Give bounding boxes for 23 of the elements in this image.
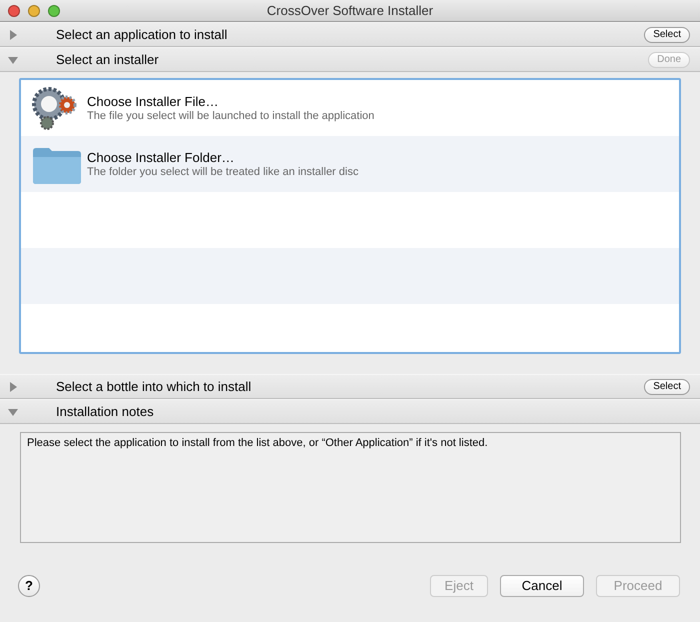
zoom-button[interactable] xyxy=(48,4,60,16)
installer-title: Choose Installer Folder… xyxy=(87,150,236,166)
help-button[interactable]: ? xyxy=(18,574,40,596)
section-title: Select an installer xyxy=(56,50,160,69)
installer-title: Choose Installer File… xyxy=(87,94,220,110)
window-title: CrossOver Software Installer xyxy=(266,2,434,18)
installer-item[interactable]: Choose Installer File… The file you select will be launched to install the application xyxy=(21,80,679,136)
section-title: Select a bottle into which to install xyxy=(56,378,252,396)
select-button[interactable]: Select xyxy=(644,26,690,42)
section-title: Select an application to install xyxy=(56,26,228,44)
expand-triangle-icon[interactable] xyxy=(8,382,18,392)
collapse-triangle-icon[interactable] xyxy=(8,54,18,64)
installer-description: The folder you select will be treated like an installer disc xyxy=(87,166,358,178)
select-button[interactable]: Select xyxy=(644,378,690,394)
installer-item[interactable]: Choose Installer Folder… The folder you select will be treated like an installer disc xyxy=(21,136,679,192)
close-button[interactable] xyxy=(8,4,20,16)
cancel-button[interactable]: Cancel xyxy=(500,574,584,596)
notes-text: Please select the application to install from the list above, or “Other Application” if it's not listed. xyxy=(20,432,681,543)
collapse-triangle-icon[interactable] xyxy=(8,406,18,416)
installer-description: The file you select will be launched to install the application xyxy=(87,110,374,122)
expand-triangle-icon[interactable] xyxy=(8,30,18,40)
section-title: Installation notes xyxy=(56,402,155,421)
minimize-button[interactable] xyxy=(28,4,40,16)
